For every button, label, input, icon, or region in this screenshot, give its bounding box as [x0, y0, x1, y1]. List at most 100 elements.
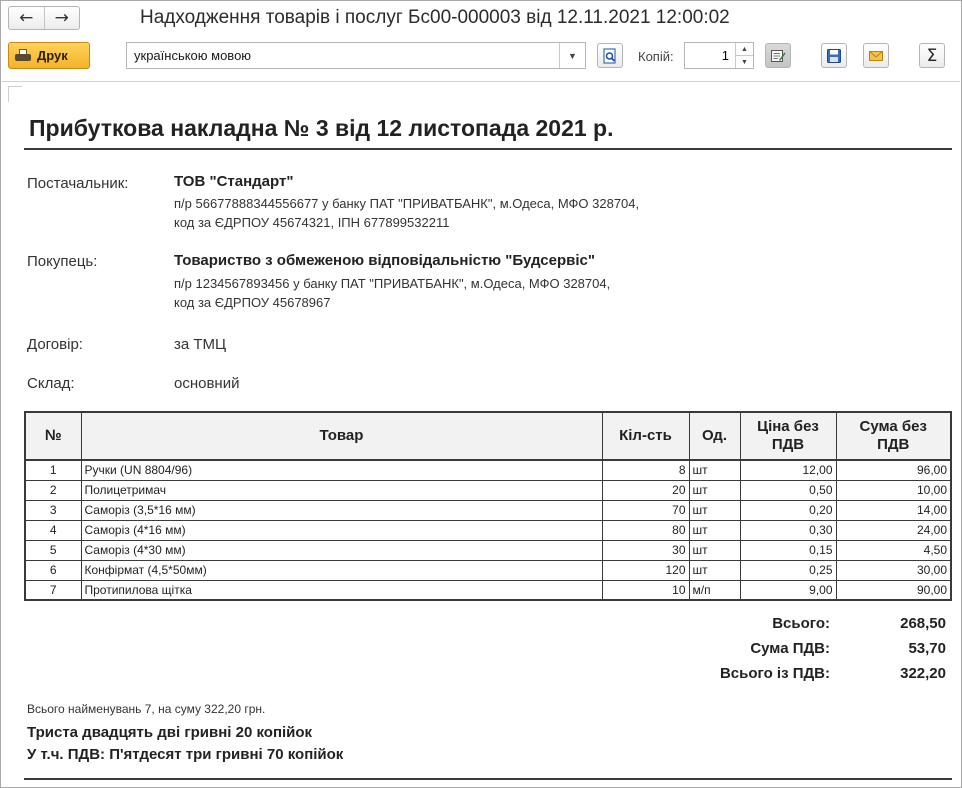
document-corner-marker — [8, 86, 22, 102]
contract-label: Договір: — [27, 336, 83, 353]
cell-number: 4 — [24, 519, 82, 541]
cell-unit: шт — [688, 539, 741, 561]
buyer-label: Покупець: — [27, 253, 98, 270]
copies-label: Копій: — [638, 49, 674, 64]
edit-document-icon — [771, 49, 786, 62]
spin-up-icon[interactable]: ▲ — [736, 43, 753, 55]
envelope-icon — [869, 50, 883, 61]
language-dropdown-button[interactable]: ▼ — [559, 43, 585, 68]
bottom-rule — [24, 778, 952, 780]
cell-sum: 14,00 — [835, 499, 952, 521]
column-header-number: № — [24, 411, 82, 461]
print-preview-icon — [603, 47, 616, 64]
cell-number: 3 — [24, 499, 82, 521]
cell-sum: 4,50 — [835, 539, 952, 561]
cell-number: 2 — [24, 479, 82, 501]
document-title: Прибуткова накладна № 3 від 12 листопада… — [29, 115, 614, 141]
cell-quantity: 120 — [601, 559, 690, 581]
cell-sum: 24,00 — [835, 519, 952, 541]
warehouse-value: основний — [174, 375, 240, 392]
back-button[interactable]: ← — [9, 7, 44, 29]
column-header-quantity: Кіл-сть — [601, 411, 690, 461]
total-value: 268,50 — [900, 615, 946, 632]
navigation-buttons: ← → — [8, 6, 80, 30]
cell-number: 5 — [24, 539, 82, 561]
cell-quantity: 70 — [601, 499, 690, 521]
table-row: 5 Саморіз (4*30 мм) 30 шт 0,15 4,50 — [24, 539, 952, 561]
preview-button[interactable] — [597, 43, 623, 68]
cell-number: 6 — [24, 559, 82, 581]
total-with-vat-label: Всього із ПДВ: — [719, 665, 830, 682]
cell-sum: 10,00 — [835, 479, 952, 501]
title-underline — [24, 148, 952, 150]
forward-button[interactable]: → — [44, 7, 79, 29]
buyer-detail-1: п/р 1234567893456 у банку ПАТ "ПРИВАТБАН… — [174, 276, 611, 291]
table-row: 6 Конфірмат (4,5*50мм) 120 шт 0,25 30,00 — [24, 559, 952, 581]
spin-down-icon[interactable]: ▼ — [736, 55, 753, 68]
table-row: 1 Ручки (UN 8804/96) 8 шт 12,00 96,00 — [24, 459, 952, 481]
cell-product: Протипилова щітка — [80, 579, 603, 601]
cell-quantity: 10 — [601, 579, 690, 601]
cell-price: 12,00 — [739, 459, 837, 481]
print-button[interactable]: Друк — [8, 42, 90, 69]
cell-product: Саморіз (3,5*16 мм) — [80, 499, 603, 521]
cell-unit: шт — [688, 479, 741, 501]
vat-value: 53,70 — [908, 640, 946, 657]
cell-price: 0,20 — [739, 499, 837, 521]
cell-sum: 96,00 — [835, 459, 952, 481]
chevron-down-icon: ▼ — [568, 50, 577, 61]
cell-unit: м/п — [688, 579, 741, 601]
contract-value: за ТМЦ — [174, 336, 227, 353]
cell-price: 0,25 — [739, 559, 837, 581]
print-button-label: Друк — [37, 48, 68, 63]
toolbar: Друк ▼ Копій: ▲ ▼ — [1, 35, 961, 81]
language-input[interactable] — [127, 43, 559, 68]
goods-table-body: 1 Ручки (UN 8804/96) 8 шт 12,00 96,00 2 Полицет… — [24, 459, 952, 601]
copies-input[interactable] — [685, 43, 735, 68]
buyer-name: Товариство з обмеженою відповідальністю … — [174, 252, 595, 269]
cell-product: Полицетримач — [80, 479, 603, 501]
items-summary: Всього найменувань 7, на суму 322,20 грн… — [27, 702, 266, 716]
table-header-row: № Товар Кіл-сть Од. Ціна без ПДВ Сума бе… — [24, 411, 952, 461]
cell-product: Ручки (UN 8804/96) — [80, 459, 603, 481]
vat-label: Сума ПДВ: — [750, 640, 830, 657]
email-button[interactable] — [863, 43, 889, 68]
document-area: Прибуткова накладна № 3 від 12 листопада… — [2, 81, 960, 787]
edit-mode-button[interactable] — [765, 43, 791, 68]
language-select[interactable]: ▼ — [126, 42, 586, 69]
warehouse-label: Склад: — [27, 375, 75, 392]
sum-button[interactable]: Σ — [919, 43, 945, 68]
total-label: Всього: — [772, 615, 830, 632]
vat-in-words: У т.ч. ПДВ: П'ятдесят три гривні 70 копі… — [27, 746, 344, 763]
cell-number: 1 — [24, 459, 82, 481]
cell-unit: шт — [688, 459, 741, 481]
cell-price: 0,50 — [739, 479, 837, 501]
cell-quantity: 8 — [601, 459, 690, 481]
copies-stepper[interactable]: ▲ ▼ — [684, 42, 754, 69]
copies-spin: ▲ ▼ — [735, 43, 753, 68]
save-button[interactable] — [821, 43, 847, 68]
app-window: ← → Надходження товарів і послуг Бс00-00… — [0, 0, 962, 788]
save-icon — [827, 48, 841, 63]
cell-quantity: 30 — [601, 539, 690, 561]
cell-product: Саморіз (4*30 мм) — [80, 539, 603, 561]
table-row: 4 Саморіз (4*16 мм) 80 шт 0,30 24,00 — [24, 519, 952, 541]
supplier-detail-2: код за ЄДРПОУ 45674321, ІПН 677899532211 — [174, 215, 450, 230]
window-title: Надходження товарів і послуг Бс00-000003… — [140, 7, 730, 28]
cell-price: 0,30 — [739, 519, 837, 541]
column-header-unit: Од. — [688, 411, 741, 461]
cell-product: Саморіз (4*16 мм) — [80, 519, 603, 541]
cell-product: Конфірмат (4,5*50мм) — [80, 559, 603, 581]
cell-sum: 30,00 — [835, 559, 952, 581]
cell-sum: 90,00 — [835, 579, 952, 601]
table-row: 3 Саморіз (3,5*16 мм) 70 шт 0,20 14,00 — [24, 499, 952, 521]
column-header-price: Ціна без ПДВ — [739, 411, 837, 461]
column-header-sum: Сума без ПДВ — [835, 411, 952, 461]
table-row: 7 Протипилова щітка 10 м/п 9,00 90,00 — [24, 579, 952, 601]
buyer-detail-2: код за ЄДРПОУ 45678967 — [174, 295, 331, 310]
amount-in-words: Триста двадцять дві гривні 20 копійок — [27, 724, 313, 741]
cell-price: 0,15 — [739, 539, 837, 561]
cell-unit: шт — [688, 519, 741, 541]
sigma-icon: Σ — [926, 45, 938, 66]
goods-table: № Товар Кіл-сть Од. Ціна без ПДВ Сума бе… — [24, 411, 952, 601]
